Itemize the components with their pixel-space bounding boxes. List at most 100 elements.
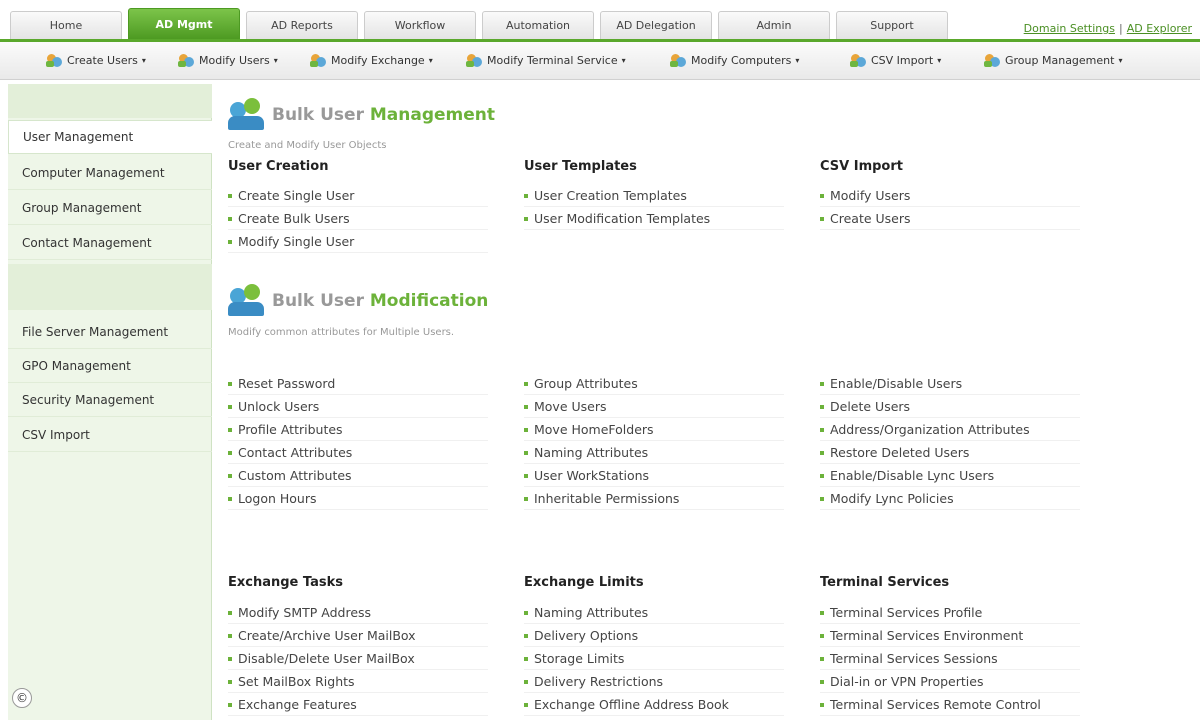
link-label: Naming Attributes — [534, 445, 649, 460]
modify-computers-menu[interactable]: Modify Computers ▾ — [670, 52, 799, 68]
link-exchange-offline-address-book[interactable]: Exchange Offline Address Book — [524, 694, 784, 716]
link-custom-attributes[interactable]: Custom Attributes — [228, 465, 488, 487]
link-label: Delete Users — [830, 399, 911, 414]
group-management-label: Group Management — [1005, 53, 1115, 67]
link-naming-attributes[interactable]: Naming Attributes — [524, 442, 784, 464]
link-reset-password[interactable]: Reset Password — [228, 373, 488, 395]
link-enable-disable-users[interactable]: Enable/Disable Users — [820, 373, 1080, 395]
link-label: Storage Limits — [534, 651, 625, 666]
tab-automation[interactable]: Automation — [482, 11, 594, 39]
group-management-menu[interactable]: Group Management ▾ — [984, 52, 1122, 68]
link-enable-disable-lync-users[interactable]: Enable/Disable Lync Users — [820, 465, 1080, 487]
create-users-menu[interactable]: Create Users ▾ — [46, 52, 146, 68]
link-dial-in-vpn-properties[interactable]: Dial-in or VPN Properties — [820, 671, 1080, 693]
section-title: Bulk User Modification — [272, 291, 488, 311]
bullet-icon — [228, 450, 232, 455]
link-label: Modify SMTP Address — [238, 605, 372, 620]
link-disable-delete-user-mailbox[interactable]: Disable/Delete User MailBox — [228, 648, 488, 670]
link-csv-create-users[interactable]: Create Users — [820, 208, 1080, 230]
link-terminal-services-profile[interactable]: Terminal Services Profile — [820, 602, 1080, 624]
tab-workflow[interactable]: Workflow — [364, 11, 476, 39]
top-tabs: Home AD Mgmt AD Reports Workflow Automat… — [10, 8, 954, 39]
link-delivery-options[interactable]: Delivery Options — [524, 625, 784, 647]
create-users-label: Create Users — [67, 53, 138, 67]
link-label: Create Users — [830, 211, 911, 226]
link-label: Address/Organization Attributes — [830, 422, 1030, 437]
column-heading-terminal-services: Terminal Services — [820, 575, 950, 590]
link-label: Dial-in or VPN Properties — [830, 674, 984, 689]
link-label: Naming Attributes — [534, 605, 649, 620]
link-csv-modify-users[interactable]: Modify Users — [820, 185, 1080, 207]
sidebar-item-csv-import[interactable]: CSV Import — [8, 418, 212, 452]
sidebar-item-user-management[interactable]: User Management — [8, 120, 214, 154]
sidebar-item-contact-management[interactable]: Contact Management — [8, 226, 212, 260]
sidebar-item-gpo-management[interactable]: GPO Management — [8, 349, 212, 383]
link-label: Move Users — [534, 399, 607, 414]
link-exchange-naming-attributes[interactable]: Naming Attributes — [524, 602, 784, 624]
link-terminal-services-sessions[interactable]: Terminal Services Sessions — [820, 648, 1080, 670]
link-user-modification-templates[interactable]: User Modification Templates — [524, 208, 784, 230]
link-profile-attributes[interactable]: Profile Attributes — [228, 419, 488, 441]
link-address-organization-attributes[interactable]: Address/Organization Attributes — [820, 419, 1080, 441]
link-exchange-features[interactable]: Exchange Features — [228, 694, 488, 716]
link-move-homefolders[interactable]: Move HomeFolders — [524, 419, 784, 441]
link-label: Unlock Users — [238, 399, 320, 414]
link-delivery-restrictions[interactable]: Delivery Restrictions — [524, 671, 784, 693]
link-terminal-services-remote-control[interactable]: Terminal Services Remote Control — [820, 694, 1080, 716]
modify-exchange-menu[interactable]: Modify Exchange ▾ — [310, 52, 433, 68]
link-modify-lync-policies[interactable]: Modify Lync Policies — [820, 488, 1080, 510]
modify-terminal-service-menu[interactable]: Modify Terminal Service ▾ — [466, 52, 626, 68]
domain-settings-link[interactable]: Domain Settings — [1024, 22, 1115, 35]
column-heading-user-templates: User Templates — [524, 159, 637, 174]
link-set-mailbox-rights[interactable]: Set MailBox Rights — [228, 671, 488, 693]
top-links: Domain Settings | AD Explorer — [1024, 22, 1192, 35]
link-label: Custom Attributes — [238, 468, 352, 483]
link-create-bulk-users[interactable]: Create Bulk Users — [228, 208, 488, 230]
link-modify-single-user[interactable]: Modify Single User — [228, 231, 488, 253]
modify-users-menu[interactable]: Modify Users ▾ — [178, 52, 278, 68]
sidebar-item-file-server-management[interactable]: File Server Management — [8, 315, 212, 349]
bullet-icon — [228, 610, 232, 615]
bullet-icon — [820, 496, 824, 501]
section-title-plain: Bulk User — [272, 291, 370, 311]
link-logon-hours[interactable]: Logon Hours — [228, 488, 488, 510]
link-move-users[interactable]: Move Users — [524, 396, 784, 418]
link-user-creation-templates[interactable]: User Creation Templates — [524, 185, 784, 207]
sidebar-item-group-management[interactable]: Group Management — [8, 191, 212, 225]
section-subtitle: Create and Modify User Objects — [228, 140, 387, 151]
bullet-icon — [820, 473, 824, 478]
modify-computers-icon — [670, 52, 688, 68]
link-group-attributes[interactable]: Group Attributes — [524, 373, 784, 395]
tab-ad-mgmt[interactable]: AD Mgmt — [128, 8, 240, 39]
link-label: Create Single User — [238, 188, 355, 203]
link-label: Terminal Services Remote Control — [830, 697, 1041, 712]
link-modify-smtp-address[interactable]: Modify SMTP Address — [228, 602, 488, 624]
tab-ad-reports[interactable]: AD Reports — [246, 11, 358, 39]
link-unlock-users[interactable]: Unlock Users — [228, 396, 488, 418]
csv-import-menu[interactable]: CSV Import ▾ — [850, 52, 941, 68]
link-inheritable-permissions[interactable]: Inheritable Permissions — [524, 488, 784, 510]
link-user-workstations[interactable]: User WorkStations — [524, 465, 784, 487]
tab-admin[interactable]: Admin — [718, 11, 830, 39]
bullet-icon — [228, 702, 232, 707]
sidebar-item-computer-management[interactable]: Computer Management — [8, 156, 212, 190]
link-storage-limits[interactable]: Storage Limits — [524, 648, 784, 670]
bullet-icon — [228, 633, 232, 638]
tab-ad-delegation[interactable]: AD Delegation — [600, 11, 712, 39]
link-restore-deleted-users[interactable]: Restore Deleted Users — [820, 442, 1080, 464]
bullet-icon — [524, 193, 528, 198]
link-create-archive-user-mailbox[interactable]: Create/Archive User MailBox — [228, 625, 488, 647]
ad-explorer-link[interactable]: AD Explorer — [1127, 22, 1192, 35]
tab-home[interactable]: Home — [10, 11, 122, 39]
link-delete-users[interactable]: Delete Users — [820, 396, 1080, 418]
sidebar-item-security-management[interactable]: Security Management — [8, 383, 212, 417]
link-create-single-user[interactable]: Create Single User — [228, 185, 488, 207]
link-label: Terminal Services Sessions — [830, 651, 998, 666]
tab-support[interactable]: Support — [836, 11, 948, 39]
link-separator: | — [1118, 22, 1123, 35]
action-toolbar: Create Users ▾ Modify Users ▾ Modify Excha… — [0, 42, 1200, 80]
link-contact-attributes[interactable]: Contact Attributes — [228, 442, 488, 464]
bullet-icon — [820, 450, 824, 455]
bullet-icon — [524, 610, 528, 615]
link-terminal-services-environment[interactable]: Terminal Services Environment — [820, 625, 1080, 647]
